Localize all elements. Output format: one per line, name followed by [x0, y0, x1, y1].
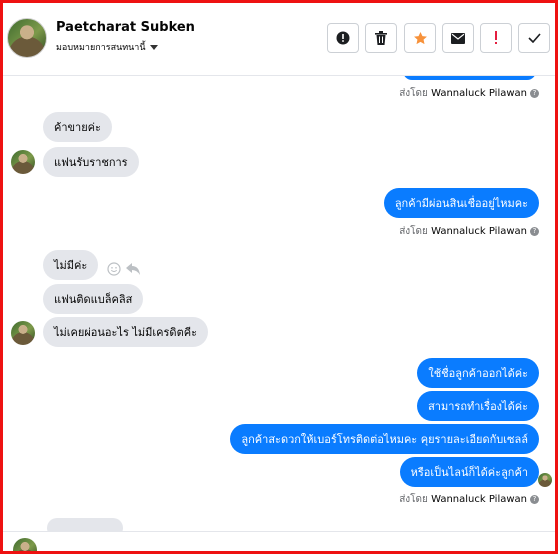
- email-button[interactable]: [442, 23, 474, 53]
- assign-conversation-dropdown[interactable]: มอบหมายการสนทนานี้: [56, 40, 158, 54]
- contact-avatar-small: [11, 321, 35, 345]
- react-emoji-icon[interactable]: [107, 262, 121, 276]
- incoming-message-partial: [47, 518, 123, 531]
- info-icon[interactable]: ?: [530, 226, 539, 236]
- delete-button[interactable]: [365, 23, 397, 53]
- outgoing-message[interactable]: ลูกค้ามีผ่อนสินเชื่ออยู่ไหมคะ: [383, 188, 539, 218]
- contact-avatar[interactable]: [7, 18, 47, 58]
- incoming-message[interactable]: ค้าขายค่ะ: [43, 112, 112, 142]
- outgoing-message[interactable]: หรือเป็นไลน์ก็ได้ค่ะลูกค้า: [399, 457, 539, 487]
- sent-by-prefix: ส่งโดย: [399, 226, 428, 237]
- outgoing-message-partial: [403, 76, 536, 80]
- star-icon: [413, 31, 427, 44]
- contact-name[interactable]: Paetcharat Subken: [56, 20, 195, 35]
- seen-avatar: [538, 473, 552, 487]
- exclamation-icon: [495, 31, 497, 44]
- star-button[interactable]: [404, 23, 436, 53]
- sent-by-prefix: ส่งโดย: [399, 494, 428, 505]
- incoming-message[interactable]: ไม่มีค่ะ: [43, 250, 99, 280]
- alert-circle-button[interactable]: [327, 23, 359, 53]
- outgoing-message[interactable]: ใช้ชื่อลูกค้าออกได้ค่ะ: [417, 358, 539, 388]
- sent-by-label: ส่งโดย Wannaluck Pilawan?: [399, 86, 539, 101]
- conversation-header: Paetcharat Subken มอบหมายการสนทนานี้: [3, 3, 555, 76]
- sent-by-name: Wannaluck Pilawan: [431, 494, 527, 505]
- composer-bar[interactable]: [3, 531, 555, 551]
- sent-by-name: Wannaluck Pilawan: [431, 88, 527, 99]
- contact-avatar-small: [11, 150, 35, 174]
- incoming-message[interactable]: ไม่เคยผ่อนอะไร ไม่มีเครดิตคีะ: [43, 317, 208, 347]
- reply-icon[interactable]: [126, 263, 140, 275]
- sent-by-name: Wannaluck Pilawan: [431, 226, 527, 237]
- sent-by-label: ส่งโดย Wannaluck Pilawan?: [399, 224, 539, 239]
- page-avatar: [13, 538, 37, 551]
- sent-by-prefix: ส่งโดย: [399, 88, 428, 99]
- sent-by-label: ส่งโดย Wannaluck Pilawan?: [399, 492, 539, 507]
- exclamation-circle-icon: [336, 31, 350, 45]
- checkmark-icon: [527, 33, 541, 43]
- trash-icon: [375, 31, 387, 45]
- mark-done-button[interactable]: [518, 23, 550, 53]
- message-thread[interactable]: ส่งโดย Wannaluck Pilawan? ค้าขายค่ะ แฟนร…: [3, 76, 555, 531]
- info-icon[interactable]: ?: [530, 494, 539, 504]
- outgoing-message[interactable]: ลูกค้าสะดวกให้เบอร์โทรติดต่อไหมคะ คุยราย…: [230, 424, 539, 454]
- incoming-message[interactable]: แฟนติดแบล็คลิส: [43, 284, 144, 314]
- outgoing-message[interactable]: สามารถทำเรื่องได้ค่ะ: [417, 391, 539, 421]
- envelope-icon: [451, 32, 465, 44]
- assign-label: มอบหมายการสนทนานี้: [56, 43, 146, 53]
- caret-down-icon: [149, 45, 158, 50]
- flag-spam-button[interactable]: [480, 23, 512, 53]
- info-icon[interactable]: ?: [530, 88, 539, 98]
- incoming-message[interactable]: แฟนรับราชการ: [43, 147, 139, 177]
- messenger-window: Paetcharat Subken มอบหมายการสนทนานี้ ส่ง…: [0, 0, 558, 554]
